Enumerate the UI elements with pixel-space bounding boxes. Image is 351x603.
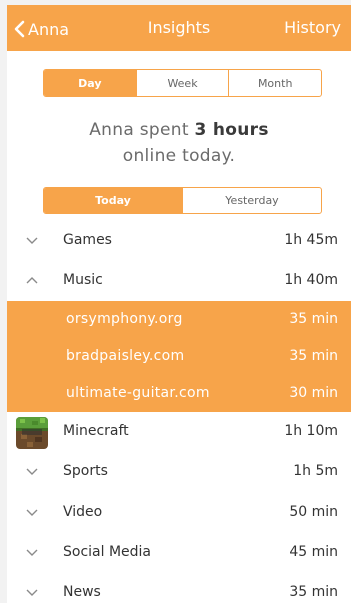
category-row-news[interactable]: News 35 min — [7, 573, 351, 603]
category-time: 50 min — [289, 504, 338, 520]
tab-yesterday[interactable]: Yesterday — [182, 188, 321, 213]
category-label: Music — [63, 272, 103, 288]
category-time: 35 min — [289, 584, 338, 600]
site-label: ultimate-guitar.com — [66, 385, 210, 401]
site-row[interactable]: orsymphony.org 35 min — [7, 301, 351, 338]
category-label: Sports — [63, 463, 108, 479]
category-label: Games — [63, 232, 112, 248]
chevron-down-icon — [26, 237, 38, 244]
summary-duration: 3 hours — [194, 120, 269, 140]
category-label: News — [63, 584, 101, 600]
minecraft-app-icon — [16, 417, 48, 449]
category-row-video[interactable]: Video 50 min — [7, 493, 351, 533]
chevron-down-icon — [26, 509, 38, 516]
category-time: 1h 40m — [284, 272, 338, 288]
category-row-music[interactable]: Music 1h 40m — [7, 261, 351, 301]
nav-header: Anna Insights History — [7, 5, 351, 51]
category-label: Video — [63, 504, 103, 520]
history-button[interactable]: History — [284, 18, 341, 37]
site-label: orsymphony.org — [66, 311, 183, 327]
chevron-down-icon — [26, 589, 38, 596]
app-row-minecraft[interactable]: Minecraft 1h 10m — [7, 412, 351, 452]
category-time: 1h 10m — [284, 423, 338, 439]
category-label: Minecraft — [63, 423, 129, 439]
site-row[interactable]: bradpaisley.com 35 min — [7, 338, 351, 375]
category-time: 1h 45m — [284, 232, 338, 248]
site-time: 35 min — [289, 311, 338, 327]
summary-prefix: Anna spent — [89, 120, 189, 140]
tab-day[interactable]: Day — [44, 70, 136, 96]
category-time: 45 min — [289, 544, 338, 560]
music-sites-panel: orsymphony.org 35 min bradpaisley.com 35… — [7, 301, 351, 412]
site-label: bradpaisley.com — [66, 348, 185, 364]
site-time: 30 min — [289, 385, 338, 401]
insights-screen: Anna Insights History Day Week Month Ann… — [7, 5, 351, 603]
chevron-down-icon — [26, 549, 38, 556]
category-row-games[interactable]: Games 1h 45m — [7, 221, 351, 261]
category-row-sports[interactable]: Sports 1h 5m — [7, 452, 351, 492]
summary-line-1: Anna spent 3 hours — [7, 120, 351, 140]
category-label: Social Media — [63, 544, 152, 560]
period-segmented-control: Day Week Month — [43, 69, 322, 97]
category-row-social-media[interactable]: Social Media 45 min — [7, 533, 351, 573]
tab-week[interactable]: Week — [135, 70, 229, 96]
site-row[interactable]: ultimate-guitar.com 30 min — [7, 375, 351, 412]
tab-today[interactable]: Today — [44, 188, 182, 213]
day-segmented-control: Today Yesterday — [43, 187, 322, 214]
category-time: 1h 5m — [293, 463, 338, 479]
chevron-up-icon — [26, 277, 38, 284]
summary-line-2: online today. — [122, 146, 236, 166]
chevron-down-icon — [26, 468, 38, 475]
tab-month[interactable]: Month — [228, 70, 321, 96]
site-time: 35 min — [289, 348, 338, 364]
